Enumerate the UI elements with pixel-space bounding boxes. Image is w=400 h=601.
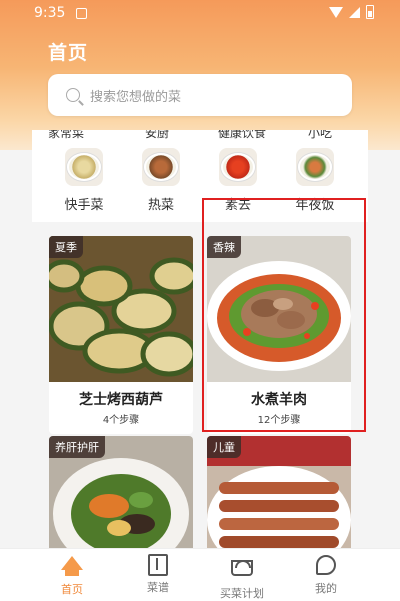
wifi-icon (329, 6, 343, 18)
status-indicators (329, 5, 374, 19)
category-label: 快手菜 (64, 198, 104, 213)
category-label: 热菜 (147, 198, 174, 213)
nav-tab-profile[interactable]: 我的 (296, 554, 356, 596)
search-input[interactable]: 搜索您想做的菜 (48, 74, 352, 116)
bottom-nav: 首页 菜谱 买菜计划 我的 (0, 548, 400, 601)
basket-icon (231, 560, 253, 576)
recipe-steps: 12个步骤 (257, 415, 301, 426)
category-item-hot[interactable]: 热菜 (129, 148, 193, 213)
nav-tab-recipes[interactable]: 菜谱 (128, 554, 188, 595)
festive-dish-icon (296, 148, 334, 186)
nav-tab-label: 首页 (61, 583, 83, 596)
recipe-card[interactable]: 夏季 芝士烤西葫芦 4个步骤 (49, 236, 193, 434)
recipe-title: 水煮羊肉 (251, 392, 307, 408)
page-title: 首页 (48, 42, 89, 64)
search-icon (66, 88, 80, 102)
recipe-steps: 4个步骤 (102, 415, 140, 426)
status-time: 9:35 (34, 5, 66, 21)
scrolled-category-row: 家常菜 安厨 健康饮食 小吃 (32, 130, 368, 141)
category-label[interactable]: 安厨 (145, 130, 169, 141)
nav-tab-label: 买菜计划 (220, 587, 264, 600)
recipe-tag: 养肝护肝 (49, 436, 105, 458)
nav-tab-label: 我的 (315, 582, 337, 595)
recipe-image: 养肝护肝 (49, 436, 193, 548)
recipe-image: 夏季 (49, 236, 193, 382)
pepper-dish-icon (219, 148, 257, 186)
category-label: 年夜饭 (295, 198, 335, 213)
recipe-image: 香辣 (207, 236, 351, 382)
category-label[interactable]: 小吃 (308, 130, 332, 141)
home-icon (61, 556, 83, 576)
recipe-title: 芝士烤西葫芦 (79, 392, 163, 408)
recipe-card[interactable]: 儿童 (207, 436, 351, 548)
recipe-book-icon (148, 554, 168, 576)
notification-icon (76, 8, 87, 19)
battery-icon (366, 5, 374, 19)
category-item-new-year[interactable]: 年夜饭 (283, 148, 347, 213)
recipe-card[interactable]: 香辣 水煮羊肉 12个步骤 (207, 236, 351, 434)
category-panel: 家常菜 安厨 健康饮食 小吃 快手菜 热菜 素去 年夜饭 (32, 130, 368, 222)
status-bar: 9:35 (0, 0, 400, 26)
category-label: 素去 (224, 198, 251, 213)
recipe-tag: 香辣 (207, 236, 241, 258)
category-item-quick[interactable]: 快手菜 (52, 148, 116, 213)
recipe-image: 儿童 (207, 436, 351, 548)
search-placeholder: 搜索您想做的菜 (90, 89, 182, 105)
recipe-card[interactable]: 养肝护肝 (49, 436, 193, 548)
recipe-tag: 夏季 (49, 236, 83, 258)
nav-tab-shopping-plan[interactable]: 买菜计划 (212, 554, 272, 601)
category-item-vegetarian[interactable]: 素去 (206, 148, 270, 213)
hot-dish-icon (142, 148, 180, 186)
recipe-tag: 儿童 (207, 436, 241, 458)
category-label[interactable]: 家常菜 (48, 130, 84, 141)
nav-tab-home[interactable]: 首页 (42, 554, 102, 597)
signal-icon (349, 6, 360, 18)
profile-icon (316, 555, 336, 575)
main-content: 家常菜 安厨 健康饮食 小吃 快手菜 热菜 素去 年夜饭 夏季 芝士烤西葫芦 4… (32, 130, 368, 548)
category-label[interactable]: 健康饮食 (218, 130, 266, 141)
salad-dish-icon (65, 148, 103, 186)
nav-tab-label: 菜谱 (147, 581, 169, 594)
